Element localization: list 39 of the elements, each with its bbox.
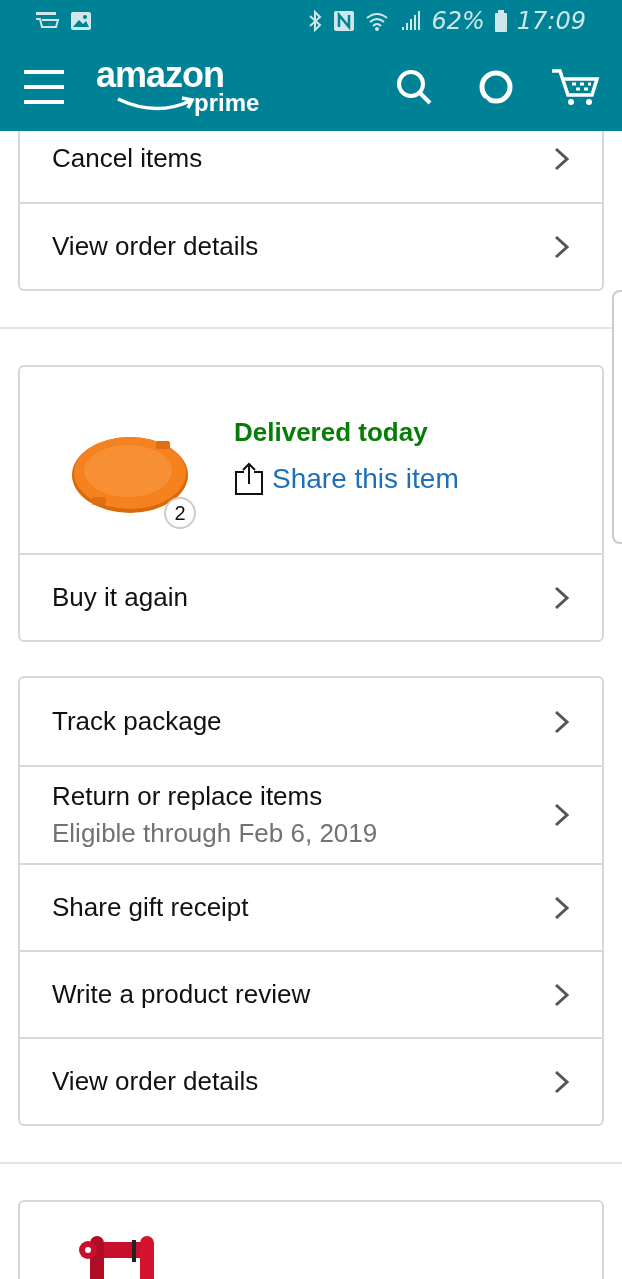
row-label: Share gift receipt [52,892,250,923]
chevron-right-icon [552,145,572,172]
menu-row[interactable]: Track package [20,678,602,765]
signal-icon [401,10,422,32]
menu-icon[interactable] [22,68,66,105]
menu-row[interactable]: Write a product review [20,950,602,1037]
clock: 17:09 [516,7,586,35]
menu-row[interactable]: View order details [20,202,602,289]
menu-row[interactable]: Return or replace items Eligible through Feb 6, 2019 [20,765,602,863]
share-icon [234,461,264,496]
chevron-right-icon [552,894,572,921]
chevron-right-icon [552,802,572,828]
cart-icon[interactable] [550,66,600,107]
menu-row[interactable]: View order details [20,1037,602,1124]
menu-row[interactable]: Buy it again [20,553,602,640]
battery-icon [494,10,507,32]
chevron-right-icon [552,233,572,260]
menu-row[interactable]: Cancel items [20,131,602,202]
quantity-badge: 2 [164,497,196,529]
battery-percentage: 62% [431,7,485,35]
row-label: Track package [52,706,223,737]
chevron-right-icon [552,981,572,1008]
row-sublabel: Eligible through Feb 6, 2019 [52,818,379,849]
smile-arrow-icon [116,94,196,113]
row-label: Buy it again [52,582,189,613]
chevron-right-icon [552,708,572,735]
image-icon [70,11,92,31]
delivery-status: Delivered today [234,416,429,448]
row-label: View order details [52,1066,260,1097]
bluetooth-icon [307,10,324,32]
row-label: Cancel items [52,143,204,174]
menu-row[interactable]: Share gift receipt [20,863,602,950]
nfc-icon [333,10,356,32]
chevron-right-icon [552,584,572,611]
row-label: Return or replace items [52,781,324,812]
share-link[interactable]: Share this item [234,461,459,496]
row-label: Write a product review [52,979,312,1010]
chevron-right-icon [552,1068,572,1095]
row-label: View order details [52,231,260,262]
